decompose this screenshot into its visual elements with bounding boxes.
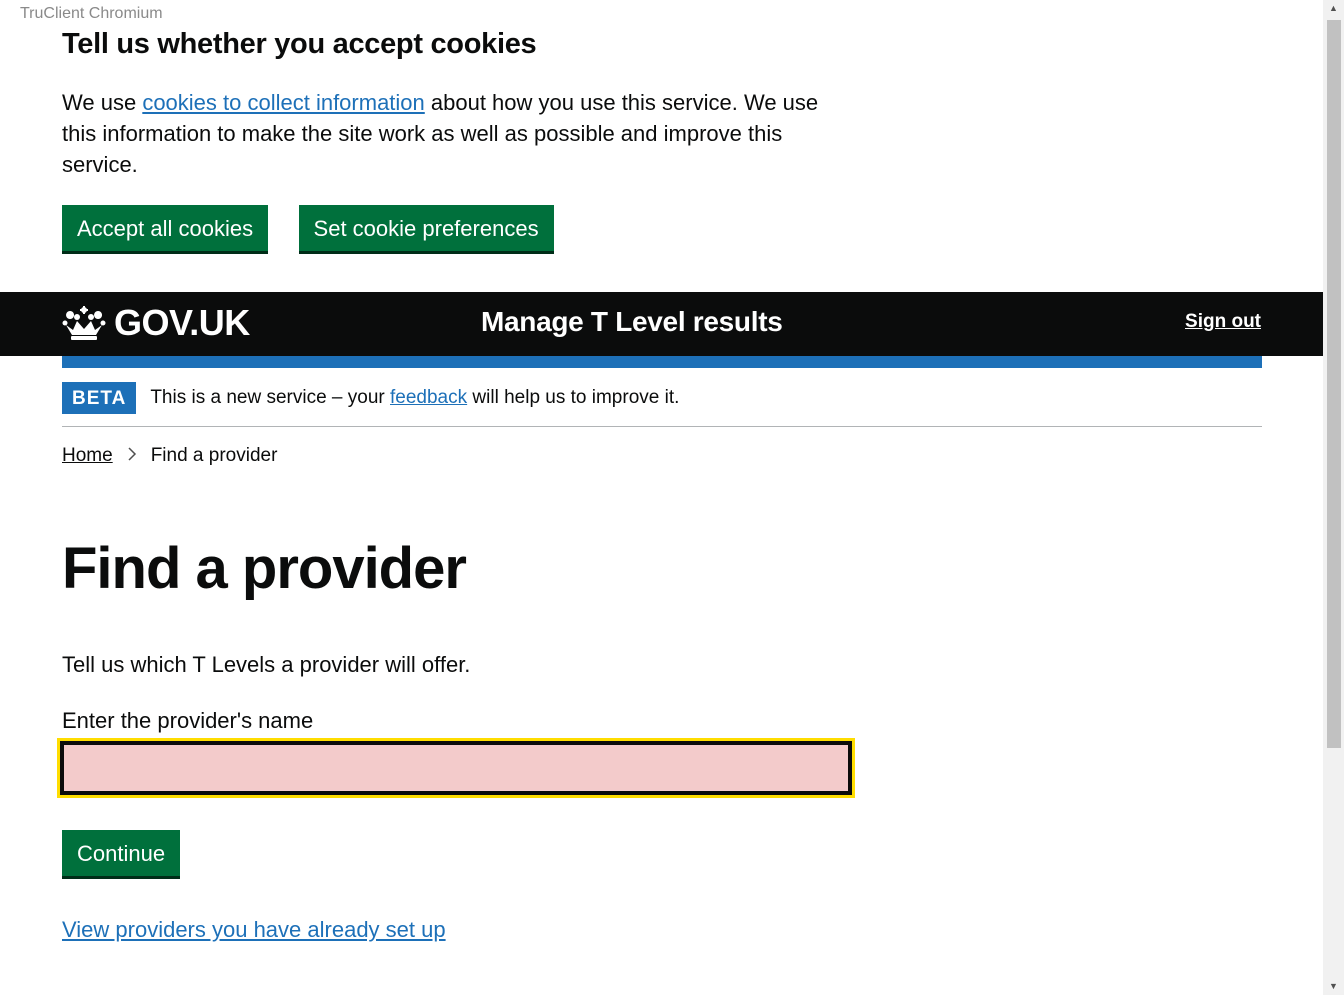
cookie-preferences-button[interactable]: Set cookie preferences (298, 205, 554, 251)
cookie-banner-title: Tell us whether you accept cookies (62, 28, 537, 60)
cookie-banner-text: We use cookies to collect information ab… (62, 87, 852, 180)
cookie-text-before: We use (62, 90, 143, 115)
page-lead-text: Tell us which T Levels a provider will o… (62, 652, 471, 677)
scroll-thumb[interactable] (1327, 20, 1341, 748)
page-title: Find a provider (62, 536, 467, 601)
accept-cookies-button[interactable]: Accept all cookies (62, 205, 269, 251)
breadcrumb: Home Find a provider (62, 445, 277, 467)
phase-banner-text: This is a new service – your feedback wi… (150, 382, 679, 414)
phase-text-before: This is a new service – your (150, 387, 391, 408)
govuk-logo[interactable]: GOV.UK (62, 302, 250, 344)
browser-label: TruClient Chromium (20, 5, 163, 22)
scroll-up-arrow-icon[interactable]: ▲ (1323, 0, 1344, 17)
site-header: GOV.UK Manage T Level results Sign out (0, 292, 1323, 356)
provider-name-label: Enter the provider's name (62, 708, 314, 733)
beta-tag: BETA (62, 382, 137, 414)
chevron-right-icon (127, 446, 137, 467)
continue-button[interactable]: Continue (62, 830, 181, 876)
crown-icon (62, 306, 106, 340)
view-providers-link[interactable]: View providers you have already set up (62, 917, 446, 943)
sign-out-link[interactable]: Sign out (1185, 311, 1261, 333)
breadcrumb-home-link[interactable]: Home (62, 445, 113, 467)
header-accent-bar (62, 356, 1262, 368)
cookie-info-link[interactable]: cookies to collect information (142, 90, 424, 115)
cookie-buttons: Accept all cookies Set cookie preference… (62, 205, 580, 251)
cookie-banner: Tell us whether you accept cookies We us… (62, 26, 862, 180)
govuk-logo-text: GOV.UK (114, 302, 250, 343)
breadcrumb-current: Find a provider (150, 445, 278, 466)
scroll-down-arrow-icon[interactable]: ▼ (1323, 978, 1344, 995)
feedback-link[interactable]: feedback (390, 387, 467, 408)
phase-text-after: will help us to improve it. (467, 387, 680, 408)
provider-name-input[interactable] (57, 738, 855, 798)
phase-banner: BETA This is a new service – your feedba… (62, 382, 1262, 427)
service-name[interactable]: Manage T Level results (481, 306, 783, 338)
vertical-scrollbar[interactable]: ▲ ▼ (1323, 0, 1344, 995)
